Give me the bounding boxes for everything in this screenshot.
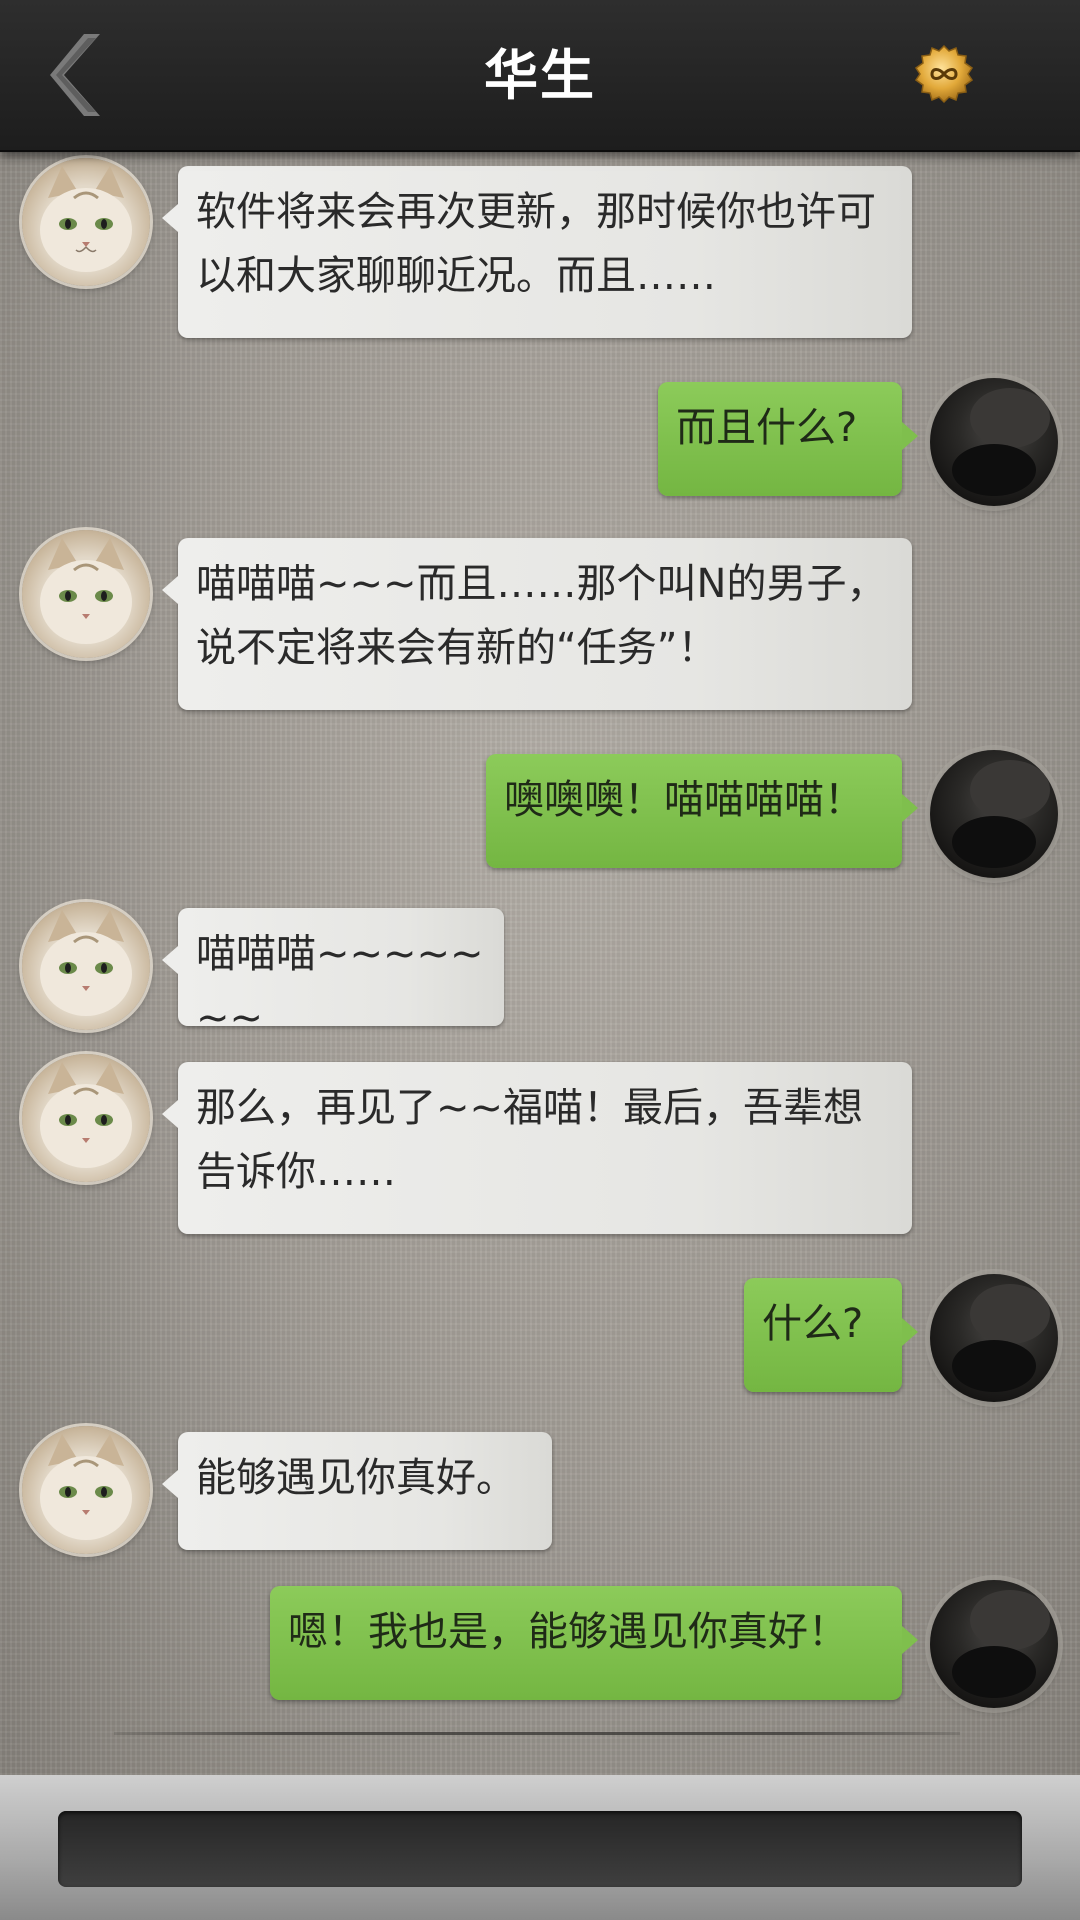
message-input[interactable]	[58, 1811, 1022, 1887]
cat-avatar[interactable]	[22, 530, 150, 658]
cat-face-icon	[40, 538, 132, 644]
cat-face-icon	[40, 166, 132, 272]
coin-button[interactable]	[914, 44, 974, 104]
cat-avatar[interactable]	[22, 1054, 150, 1182]
message-bubble[interactable]: 嗯！我也是，能够遇见你真好！	[270, 1586, 918, 1700]
cat-avatar[interactable]	[22, 1426, 150, 1554]
input-bar	[0, 1775, 1080, 1920]
user-avatar[interactable]	[930, 1274, 1058, 1402]
black-cat-paw-icon	[952, 1590, 1050, 1698]
infinity-coin-icon	[914, 44, 974, 104]
message-bubble[interactable]: 软件将来会再次更新，那时候你也许可以和大家聊聊近况。而且……	[162, 166, 912, 338]
message-bubble[interactable]: 而且什么?	[658, 382, 918, 496]
chat-area[interactable]: 软件将来会再次更新，那时候你也许可以和大家聊聊近况。而且…… 而且什么? 喵喵喵…	[0, 150, 1080, 1775]
message-bubble[interactable]: 噢噢噢！喵喵喵喵！	[486, 754, 918, 868]
top-bar: 华生	[0, 0, 1080, 152]
message-bubble[interactable]: 喵喵喵~~~~~~~	[162, 908, 504, 1041]
cat-avatar[interactable]	[22, 158, 150, 286]
cat-face-icon	[40, 1062, 132, 1168]
message-bubble[interactable]: 什么?	[744, 1278, 918, 1392]
black-cat-paw-icon	[952, 760, 1050, 868]
cat-avatar[interactable]	[22, 902, 150, 1030]
message-bubble[interactable]: 那么，再见了~~福喵！最后，吾辈想告诉你……	[162, 1062, 912, 1234]
cat-face-icon	[40, 1434, 132, 1540]
cat-face-icon	[40, 910, 132, 1016]
user-avatar[interactable]	[930, 1580, 1058, 1708]
message-bubble[interactable]: 能够遇见你真好。	[162, 1432, 552, 1550]
user-avatar[interactable]	[930, 750, 1058, 878]
black-cat-paw-icon	[952, 1284, 1050, 1392]
chat-divider	[114, 1732, 960, 1735]
message-bubble[interactable]: 喵喵喵~~~而且……那个叫N的男子，说不定将来会有新的“任务”！	[162, 538, 912, 710]
user-avatar[interactable]	[930, 378, 1058, 506]
black-cat-paw-icon	[952, 388, 1050, 496]
